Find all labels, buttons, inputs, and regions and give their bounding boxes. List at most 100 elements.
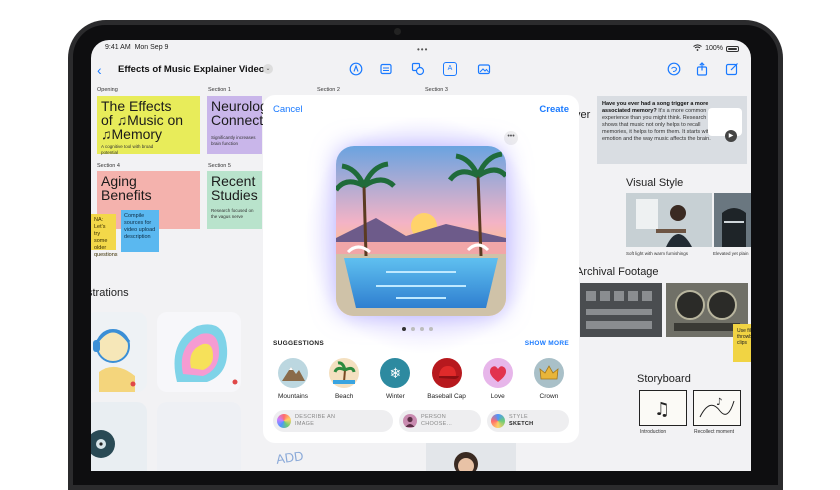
crown-icon <box>533 358 564 388</box>
battery-percent: 100% <box>705 45 723 52</box>
suggestion-label: Winter <box>385 393 405 400</box>
style-icon <box>491 414 505 428</box>
media-icon[interactable] <box>477 62 491 76</box>
describe-label: DESCRIBE AN IMAGE <box>295 414 335 428</box>
chevron-down-icon[interactable]: ⌄ <box>263 64 273 74</box>
card-title: The Effects <box>101 98 172 114</box>
pen-tool-icon[interactable] <box>349 62 363 76</box>
visual-style-photo-2[interactable] <box>714 193 751 247</box>
suggestion-label: Baseball Cap <box>427 393 466 400</box>
page-dot[interactable] <box>429 327 433 331</box>
share-icon[interactable] <box>695 62 709 76</box>
suggestion-mountains[interactable]: Mountains <box>268 358 318 400</box>
question-text: Have you ever had a song trigger a more … <box>602 101 712 143</box>
illustration-colorful-profile[interactable] <box>157 312 241 392</box>
sketch-doodle: ADD <box>275 448 305 467</box>
section-label: Section 2 <box>317 87 340 93</box>
describe-label-line2: IMAGE <box>295 421 315 427</box>
status-clock: 9:41 AM <box>105 44 131 51</box>
status-date: Mon Sep 9 <box>134 44 169 51</box>
shapes-icon[interactable] <box>411 62 425 76</box>
storyboard-caption: Introduction <box>640 429 667 435</box>
sticky-note-yellow[interactable]: NA: Let's try some older questions <box>91 214 118 258</box>
style-sketch-button[interactable]: STYLE SKETCH <box>487 410 569 432</box>
freeform-screen: 9:41 AM Mon Sep 9 ••• 100% ‹ Effects of … <box>91 40 751 471</box>
sparkle-icon <box>277 414 291 428</box>
visual-style-caption: Soft light with warm furnishings <box>626 251 689 256</box>
front-camera <box>394 28 401 35</box>
storyboard-heading: Storyboard <box>637 373 691 385</box>
person-label: PERSON CHOOSE... <box>421 414 452 428</box>
archival-photo-1[interactable] <box>580 283 662 337</box>
multitasking-dots-icon[interactable]: ••• <box>417 45 428 54</box>
page-dot[interactable] <box>411 327 415 331</box>
opening-card[interactable]: The Effects of ♫Music on ♫Memory A cogni… <box>97 96 200 155</box>
person-label-line1: PERSON <box>421 414 447 420</box>
person-label-line2: CHOOSE... <box>421 421 453 427</box>
text-box-icon[interactable]: A <box>443 62 457 76</box>
page-dot[interactable] <box>420 327 424 331</box>
person-choose-button[interactable]: PERSON CHOOSE... <box>399 410 481 432</box>
section5-card[interactable]: Recent Studies Research focused on the v… <box>207 171 262 229</box>
undo-icon[interactable] <box>667 62 681 76</box>
illustration-headphones[interactable] <box>91 312 147 392</box>
page-dot-active[interactable] <box>402 327 406 331</box>
suggestion-row: Mountains Beach ❄ Winter Baseball Cap Lo… <box>268 358 574 400</box>
sticky-note-filters[interactable]: Use filters for throwback clips <box>733 324 751 362</box>
cancel-button[interactable]: Cancel <box>273 104 303 115</box>
compose-icon[interactable] <box>725 62 739 76</box>
suggestion-love[interactable]: Love <box>473 358 523 400</box>
visual-style-photo-1[interactable] <box>626 193 712 247</box>
suggestion-crown[interactable]: Crown <box>524 358 574 400</box>
suggestion-label: Beach <box>334 393 354 400</box>
person-icon <box>403 414 417 428</box>
card-title: Connect <box>211 112 264 128</box>
cap-icon <box>431 358 462 388</box>
snowflake-icon: ❄ <box>380 358 411 388</box>
section-label: Opening <box>97 87 118 93</box>
section-label: Section 3 <box>425 87 448 93</box>
svg-text:♫: ♫ <box>654 399 670 420</box>
question-card[interactable]: Have you ever had a song trigger a more … <box>597 96 747 164</box>
card-title: Aging <box>101 173 137 189</box>
create-button[interactable]: Create <box>539 104 569 115</box>
card-subtitle: Significantly increases brain function <box>211 135 256 146</box>
suggestion-label: Love <box>490 393 505 400</box>
show-more-button[interactable]: SHOW MORE <box>525 340 569 347</box>
back-chevron-icon[interactable]: ‹ <box>97 62 102 78</box>
describe-image-field[interactable]: DESCRIBE AN IMAGE <box>273 410 393 432</box>
suggestion-baseball-cap[interactable]: Baseball Cap <box>422 358 472 400</box>
storyboard-frame[interactable]: ♫ <box>639 390 687 426</box>
visual-style-heading: Visual Style <box>626 177 684 189</box>
style-label: STYLE SKETCH <box>509 414 533 428</box>
archival-footage-heading: Archival Footage <box>576 266 659 278</box>
generated-image[interactable] <box>336 146 506 316</box>
sticky-note-blue[interactable]: Compile sources for video upload descrip… <box>121 210 159 252</box>
card-subtitle: A cognitive tool with broad potential <box>101 144 154 155</box>
card-title: ♫Memory <box>101 126 163 142</box>
storyboard-frame[interactable]: ♪ <box>693 390 741 426</box>
suggestion-beach[interactable]: Beach <box>319 358 369 400</box>
suggestions-label: SUGGESTIONS <box>273 340 324 347</box>
wifi-icon <box>693 44 702 53</box>
illustrations-heading: strations <box>91 287 129 299</box>
page-indicator[interactable] <box>402 327 433 331</box>
control-row: DESCRIBE AN IMAGE PERSON CHOOSE... STYLE… <box>273 410 569 432</box>
section1-card[interactable]: Neurolog Connect Significantly increases… <box>207 96 268 154</box>
illustration-record[interactable] <box>91 402 147 471</box>
suggestion-label: Crown <box>539 393 559 400</box>
more-options-icon[interactable]: ••• <box>504 131 518 145</box>
suggestion-winter[interactable]: ❄ Winter <box>370 358 420 400</box>
status-indicators: 100% <box>693 44 739 53</box>
mountain-icon <box>278 358 308 388</box>
board-title[interactable]: Effects of Music Explainer Video <box>118 64 265 75</box>
card-title: Recent <box>211 173 256 189</box>
illustration-tile[interactable] <box>157 402 241 471</box>
section-label: Section 4 <box>97 163 120 169</box>
suggestion-label: Mountains <box>278 393 308 400</box>
status-time: 9:41 AM Mon Sep 9 <box>105 44 168 51</box>
card-title: of ♫Music on <box>101 112 184 128</box>
play-icon[interactable]: ▶ <box>725 130 737 142</box>
sticky-note-icon[interactable] <box>379 62 393 76</box>
heart-icon <box>482 358 513 388</box>
